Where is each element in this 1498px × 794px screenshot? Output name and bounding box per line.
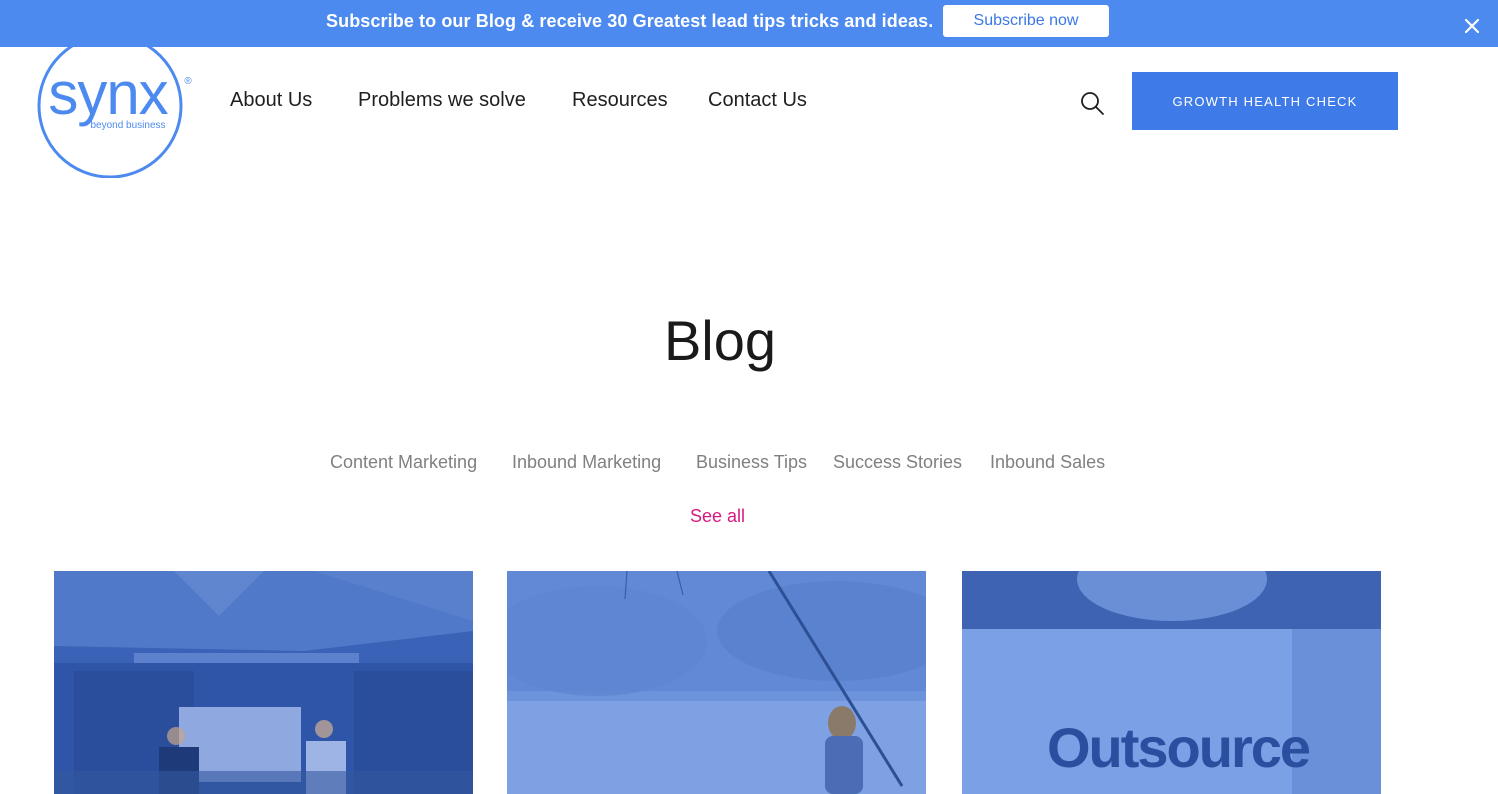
nav-problems-we-solve[interactable]: Problems we solve: [358, 89, 526, 112]
outsource-sign-image: Outsource: [962, 571, 1381, 794]
blog-card[interactable]: Outsource: [962, 571, 1381, 794]
category-content-marketing[interactable]: Content Marketing: [330, 452, 477, 473]
page-title: Blog: [663, 309, 777, 372]
presentation-stage-image: [54, 571, 473, 794]
nav-resources[interactable]: Resources: [572, 89, 668, 112]
see-all-link[interactable]: See all: [690, 506, 745, 527]
category-inbound-sales[interactable]: Inbound Sales: [990, 452, 1105, 473]
child-fishing-image: [507, 571, 926, 794]
blog-card[interactable]: [507, 571, 926, 794]
category-business-tips[interactable]: Business Tips: [696, 452, 807, 473]
promo-text: Subscribe to our Blog & receive 30 Great…: [326, 11, 934, 31]
category-success-stories[interactable]: Success Stories: [833, 452, 962, 473]
close-icon[interactable]: [1462, 16, 1482, 36]
logo-tagline: beyond business: [90, 120, 165, 131]
logo-wordmark: synx: [48, 60, 168, 127]
growth-health-check-button[interactable]: GROWTH HEALTH CHECK: [1132, 72, 1398, 130]
category-inbound-marketing[interactable]: Inbound Marketing: [512, 452, 661, 473]
blog-card[interactable]: [54, 571, 473, 794]
nav-contact-us[interactable]: Contact Us: [708, 89, 807, 112]
synx-logo[interactable]: synx beyond business ®: [36, 33, 196, 179]
outsource-sign-text: Outsource: [1047, 716, 1310, 779]
promo-bar: Subscribe to our Blog & receive 30 Great…: [0, 0, 1498, 47]
search-icon[interactable]: [1079, 90, 1105, 116]
registered-mark: ®: [184, 76, 192, 87]
subscribe-button[interactable]: Subscribe now: [943, 5, 1109, 37]
nav-about-us[interactable]: About Us: [230, 89, 312, 112]
